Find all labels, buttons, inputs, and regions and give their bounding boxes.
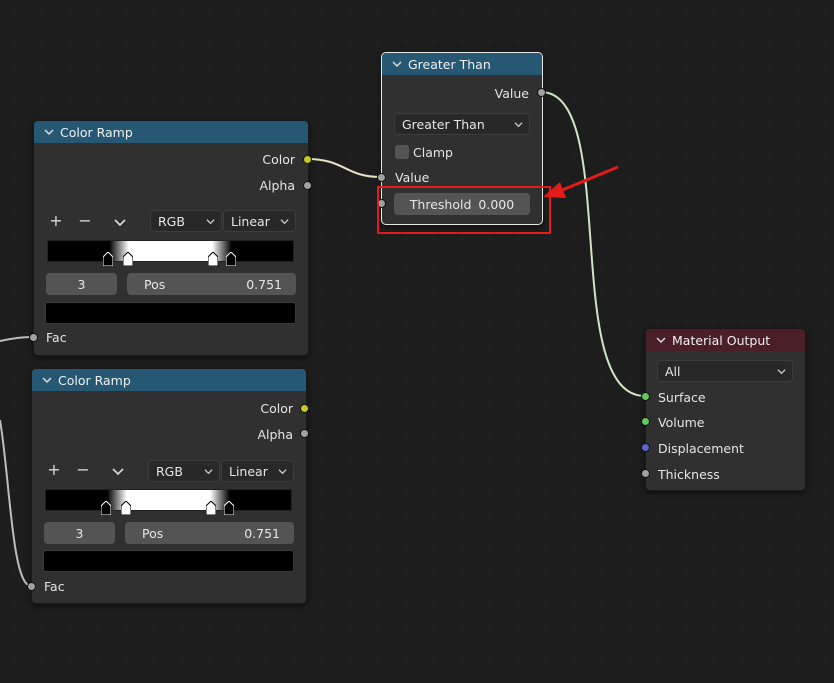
chevron-down-icon [777, 369, 786, 375]
clamp-label: Clamp [413, 144, 453, 160]
color-mode-value: RGB [156, 463, 183, 479]
link-color-to-value [306, 158, 382, 178]
chevron-down-icon[interactable] [112, 466, 124, 481]
target-value: All [665, 363, 681, 379]
ramp-stop-marker[interactable] [208, 252, 218, 266]
displacement-input-socket[interactable] [641, 443, 650, 452]
node-title: Material Output [672, 332, 771, 348]
stop-index-field[interactable]: 3 [46, 273, 117, 295]
interpolation-dropdown[interactable]: Linear [223, 210, 296, 232]
clamp-checkbox[interactable] [395, 145, 409, 159]
ramp-stop-marker[interactable] [103, 252, 113, 266]
pos-field[interactable]: Pos 0.751 [127, 273, 296, 295]
ramp-stop-marker[interactable] [121, 501, 131, 515]
chevron-down-icon[interactable] [654, 333, 668, 347]
color-ramp-node-2[interactable]: Color Ramp Color Alpha + − RGB Linear 3 … [31, 368, 307, 604]
chevron-down-icon[interactable] [42, 125, 56, 139]
ramp-stop-marker[interactable] [101, 501, 111, 515]
node-title: Color Ramp [58, 372, 131, 388]
color-ramp-gradient[interactable] [45, 489, 292, 511]
ramp-stop-marker-active[interactable] [224, 501, 234, 515]
color-ramp-2-color-socket[interactable] [300, 404, 309, 413]
chevron-down-icon [204, 469, 213, 475]
remove-stop-button[interactable]: − [75, 460, 91, 479]
remove-stop-button[interactable]: − [77, 211, 93, 230]
interpolation-dropdown[interactable]: Linear [221, 460, 294, 482]
pos-value: 0.751 [246, 276, 282, 292]
stop-index-value: 3 [77, 276, 86, 292]
fac-input-label: Fac [46, 329, 67, 345]
pos-label: Pos [144, 276, 166, 292]
ramp-stop-marker[interactable] [123, 252, 133, 266]
chevron-down-icon[interactable] [390, 57, 404, 71]
thickness-input-label: Thickness [658, 466, 720, 482]
displacement-input-label: Displacement [658, 440, 744, 456]
stop-color-swatch[interactable] [43, 550, 294, 572]
stop-color-swatch[interactable] [45, 302, 296, 324]
alpha-output-label: Alpha [257, 426, 293, 442]
chevron-down-icon[interactable] [114, 217, 126, 232]
pos-field[interactable]: Pos 0.751 [125, 522, 294, 544]
add-stop-button[interactable]: + [48, 211, 64, 230]
color-mode-dropdown[interactable]: RGB [148, 460, 220, 482]
operation-dropdown[interactable]: Greater Than [394, 113, 530, 135]
output-value-label: Value [494, 85, 529, 101]
color-ramp-header[interactable]: Color Ramp [34, 121, 308, 143]
stop-index-field[interactable]: 3 [44, 522, 115, 544]
color-ramp-1-alpha-socket[interactable] [303, 181, 312, 190]
color-ramp-2-alpha-socket[interactable] [300, 429, 309, 438]
color-ramp-1-fac-socket[interactable] [29, 333, 38, 342]
link-fac-2 [0, 419, 32, 587]
greater-than-value-output-socket[interactable] [537, 88, 546, 97]
link-value-to-surface [540, 91, 646, 397]
stop-index-value: 3 [75, 525, 84, 541]
fac-input-label: Fac [44, 578, 65, 594]
interpolation-value: Linear [229, 463, 268, 479]
chevron-down-icon [514, 122, 523, 128]
add-stop-button[interactable]: + [46, 460, 62, 479]
color-mode-dropdown[interactable]: RGB [150, 210, 222, 232]
color-ramp-1-color-socket[interactable] [303, 155, 312, 164]
node-title: Color Ramp [60, 124, 133, 140]
chevron-down-icon [280, 219, 289, 225]
color-ramp-header[interactable]: Color Ramp [32, 369, 306, 391]
volume-input-socket[interactable] [641, 417, 650, 426]
chevron-down-icon [206, 219, 215, 225]
target-dropdown[interactable]: All [657, 360, 793, 382]
annotation-highlight-box [377, 186, 551, 234]
surface-input-label: Surface [658, 389, 706, 405]
surface-input-socket[interactable] [641, 392, 650, 401]
pos-label: Pos [142, 525, 164, 541]
input-value-label: Value [395, 169, 430, 185]
volume-input-label: Volume [658, 414, 705, 430]
material-output-header[interactable]: Material Output [646, 329, 805, 351]
interpolation-value: Linear [231, 213, 270, 229]
pos-value: 0.751 [244, 525, 280, 541]
annotation-arrow-line [559, 165, 619, 193]
chevron-down-icon [278, 469, 287, 475]
color-ramp-2-fac-socket[interactable] [27, 582, 36, 591]
operation-value: Greater Than [402, 116, 485, 132]
node-title: Greater Than [408, 56, 491, 72]
material-output-node[interactable]: Material Output All Surface Volume Displ… [645, 328, 806, 491]
thickness-input-socket[interactable] [641, 469, 650, 478]
ramp-stop-marker[interactable] [206, 501, 216, 515]
color-ramp-node-1[interactable]: Color Ramp Color Alpha + − RGB Linear 3 … [33, 120, 309, 356]
color-ramp-gradient[interactable] [47, 240, 294, 262]
color-output-label: Color [262, 151, 295, 167]
color-output-label: Color [260, 400, 293, 416]
alpha-output-label: Alpha [259, 177, 295, 193]
color-mode-value: RGB [158, 213, 185, 229]
greater-than-header[interactable]: Greater Than [382, 53, 542, 75]
chevron-down-icon[interactable] [40, 373, 54, 387]
ramp-stop-marker-active[interactable] [226, 252, 236, 266]
greater-than-value-input-socket[interactable] [377, 173, 386, 182]
